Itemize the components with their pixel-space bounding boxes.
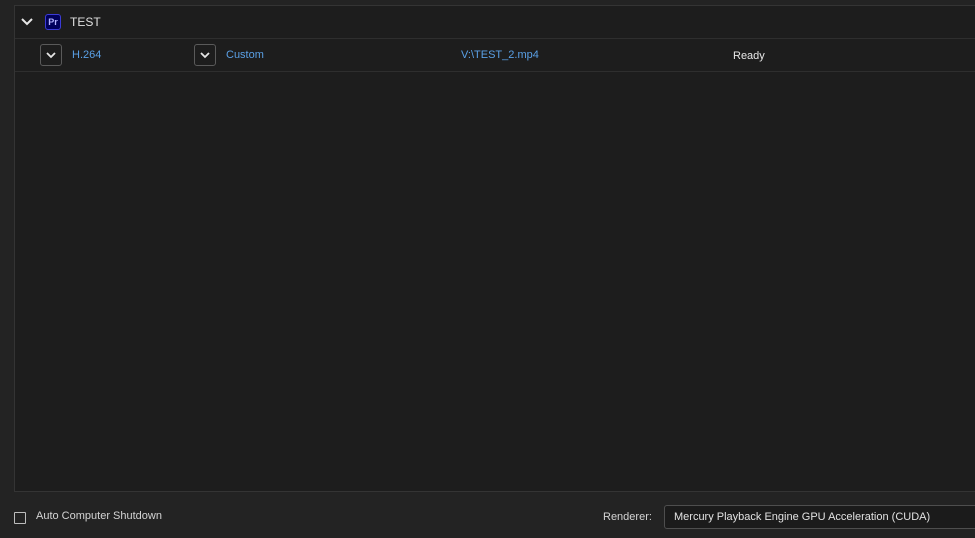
preset-link[interactable]: Custom xyxy=(226,49,264,61)
renderer-label: Renderer: xyxy=(603,511,652,523)
auto-shutdown-label[interactable]: Auto Computer Shutdown xyxy=(36,510,162,522)
queue-item-row[interactable]: H.264 Custom V:\TEST_2.mp4 Ready xyxy=(15,39,975,72)
status-text: Ready xyxy=(733,50,765,62)
queue-footer: Auto Computer Shutdown Renderer: Mercury… xyxy=(0,500,975,538)
renderer-value: Mercury Playback Engine GPU Acceleration… xyxy=(674,511,931,523)
queue-group-row[interactable]: Pr TEST xyxy=(15,6,975,39)
format-link[interactable]: H.264 xyxy=(72,49,101,61)
auto-shutdown-checkbox[interactable] xyxy=(14,512,26,524)
format-dropdown-button[interactable] xyxy=(40,44,62,66)
queue-group-name: TEST xyxy=(70,15,101,29)
preset-dropdown-button[interactable] xyxy=(194,44,216,66)
render-queue-panel: Pr TEST H.264 Custom V:\TEST_2.mp4 Ready xyxy=(14,5,975,492)
chevron-down-icon xyxy=(46,52,56,59)
chevron-down-icon[interactable] xyxy=(20,15,34,29)
renderer-select[interactable]: Mercury Playback Engine GPU Acceleration… xyxy=(664,505,975,529)
chevron-down-icon xyxy=(200,52,210,59)
output-file-link[interactable]: V:\TEST_2.mp4 xyxy=(461,49,539,61)
premiere-pro-icon: Pr xyxy=(45,14,61,30)
